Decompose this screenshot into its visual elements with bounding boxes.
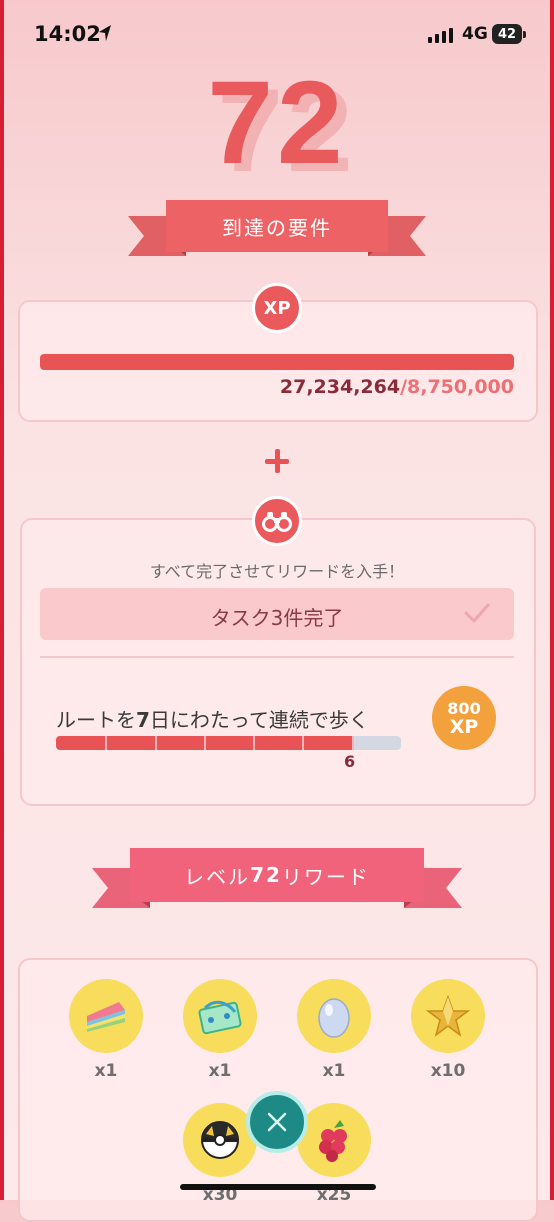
tasks-completed-label: タスク3件完了 <box>210 606 344 630</box>
razz-berry-icon <box>297 1103 371 1177</box>
reward-count: x10 <box>430 1061 466 1081</box>
rainbow-candy-icon <box>69 979 143 1053</box>
xp-current: 27,234,264 <box>279 376 401 398</box>
task-xp-reward: 800 XP <box>432 686 496 750</box>
reward-item[interactable]: x1 <box>68 979 144 1081</box>
rewards-ribbon-post: リワード <box>281 864 370 889</box>
task-progress-value: 6 <box>344 752 356 771</box>
location-arrow-icon <box>99 25 111 41</box>
progress-segment-divider <box>154 736 157 750</box>
close-button[interactable] <box>246 1091 308 1153</box>
task-title-post: 日にわたって連続で歩く <box>149 708 369 732</box>
network-type: 4G <box>462 24 488 44</box>
progress-segment-divider <box>105 736 108 750</box>
task-title-number: 7 <box>136 708 150 732</box>
star-piece-icon <box>411 979 485 1053</box>
battery-icon: 42 <box>492 24 526 44</box>
route-maker-icon <box>183 979 257 1053</box>
task-progress-bar <box>56 736 401 750</box>
reward-item[interactable]: x1 <box>182 979 258 1081</box>
checkmark-icon <box>464 603 490 623</box>
xp-goal: /8,750,000 <box>400 376 514 398</box>
egg-icon <box>297 979 371 1053</box>
task-xp-unit: XP <box>449 716 479 738</box>
signal-bars-icon <box>428 27 453 43</box>
progress-segment-divider <box>203 736 206 750</box>
close-icon <box>267 1112 287 1132</box>
tasks-completed-bar[interactable]: タスク3件完了 <box>40 588 514 640</box>
plus-icon <box>263 447 291 475</box>
reward-count: x1 <box>94 1061 118 1081</box>
reward-count: x1 <box>208 1061 232 1081</box>
rewards-ribbon-number: 72 <box>250 863 282 887</box>
task-description: すべて完了させてリワードを入手！ <box>149 562 405 581</box>
rewards-ribbon-label: レベル 72 リワード <box>130 848 424 902</box>
reward-item[interactable]: x1 <box>296 979 372 1081</box>
divider <box>40 656 514 658</box>
level-number: 72 <box>207 57 347 189</box>
progress-segment-divider <box>253 736 256 750</box>
binoculars-icon <box>252 496 302 546</box>
xp-badge: XP <box>252 283 302 333</box>
task-title: ルートを7日にわたって連続で歩く <box>56 704 369 733</box>
xp-progress-bar <box>40 354 514 370</box>
reward-item[interactable]: x10 <box>410 979 486 1081</box>
home-indicator[interactable] <box>180 1184 376 1190</box>
progress-segment-divider <box>351 736 354 750</box>
rewards-ribbon-pre: レベル <box>184 864 251 889</box>
requirements-ribbon: 到達の要件 <box>128 200 426 262</box>
xp-progress-text: 27,234,264/8,750,000 <box>280 376 514 398</box>
progress-segment-divider <box>302 736 305 750</box>
task-title-pre: ルートを <box>56 708 136 732</box>
rewards-ribbon: レベル 72 リワード <box>92 848 462 914</box>
reward-count: x1 <box>322 1061 346 1081</box>
requirements-ribbon-label: 到達の要件 <box>166 200 388 252</box>
status-time: 14:02 <box>34 22 101 46</box>
